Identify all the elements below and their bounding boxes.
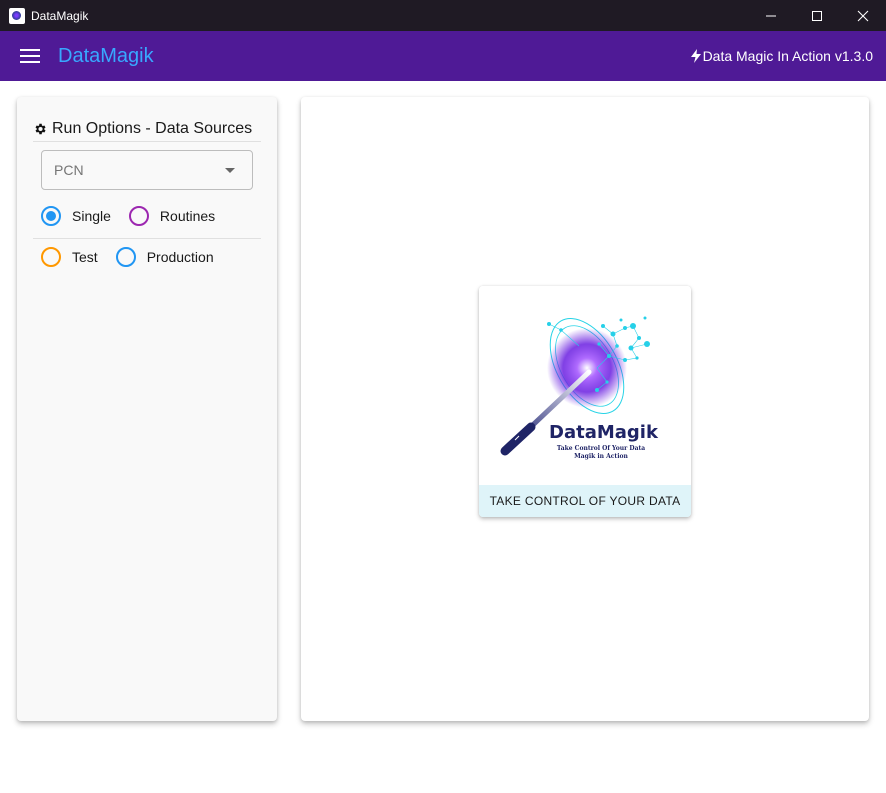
panel-title: Run Options - Data Sources: [52, 120, 253, 137]
window-controls: [748, 0, 886, 31]
radio-production[interactable]: Production: [115, 247, 214, 267]
radio-test[interactable]: Test: [41, 247, 98, 267]
gear-icon: [35, 123, 46, 135]
divider: [33, 238, 261, 239]
logo-caption: TAKE CONTROL OF YOUR DATA: [479, 485, 691, 517]
version-label: Data Magic In Action v1.3.0: [690, 31, 873, 81]
logo-tagline-1: Take Control Of Your Data: [557, 445, 645, 452]
minimize-button[interactable]: [748, 0, 794, 31]
hamburger-menu-icon: [20, 49, 40, 63]
datamagik-logo-image: DataMagik Take Control Of Your Data Magi…: [479, 286, 691, 485]
app-brand-title[interactable]: DataMagik: [58, 45, 154, 68]
close-button[interactable]: [840, 0, 886, 31]
radio-single[interactable]: Single: [41, 206, 111, 226]
radio-single-label: Single: [72, 208, 111, 224]
maximize-icon: [812, 10, 822, 21]
radio-routines-circle[interactable]: [128, 206, 149, 226]
app-logo-icon: [9, 7, 25, 24]
logo-tagline-2: Magik in Action: [574, 453, 628, 460]
caret-down-icon: [225, 168, 235, 173]
radio-routines-label: Routines: [159, 208, 216, 224]
app-header: DataMagik Data Magic In Action v1.3.0: [0, 31, 886, 81]
data-source-value: PCN: [54, 162, 84, 178]
main-panel: DataMagik Take Control Of Your Data Magi…: [301, 97, 869, 721]
radio-test-label: Test: [72, 249, 98, 265]
radio-production-circle[interactable]: [115, 247, 136, 267]
maximize-button[interactable]: [794, 0, 840, 31]
lightning-bolt-icon: [690, 49, 701, 63]
radio-single-circle[interactable]: [41, 206, 61, 226]
mode-radio-group: Single Routines: [41, 206, 233, 226]
version-text: Data Magic In Action v1.3.0: [702, 48, 873, 64]
hamburger-menu-button[interactable]: [19, 45, 41, 67]
logo-brand-text: DataMagik: [549, 422, 659, 443]
panel-header: Run Options - Data Sources: [33, 117, 261, 142]
run-options-panel: Run Options - Data Sources PCN Single Ro…: [17, 97, 277, 721]
radio-test-circle[interactable]: [41, 247, 61, 267]
close-icon: [857, 10, 869, 21]
window-titlebar: DataMagik: [0, 0, 886, 31]
logo-card[interactable]: DataMagik Take Control Of Your Data Magi…: [479, 286, 691, 517]
radio-production-label: Production: [146, 249, 214, 265]
main-content: Run Options - Data Sources PCN Single Ro…: [0, 81, 886, 793]
radio-routines[interactable]: Routines: [128, 206, 216, 226]
env-radio-group: Test Production: [41, 247, 232, 267]
minimize-icon: [766, 15, 776, 16]
data-source-select[interactable]: PCN: [41, 150, 253, 190]
window-title: DataMagik: [31, 8, 89, 23]
